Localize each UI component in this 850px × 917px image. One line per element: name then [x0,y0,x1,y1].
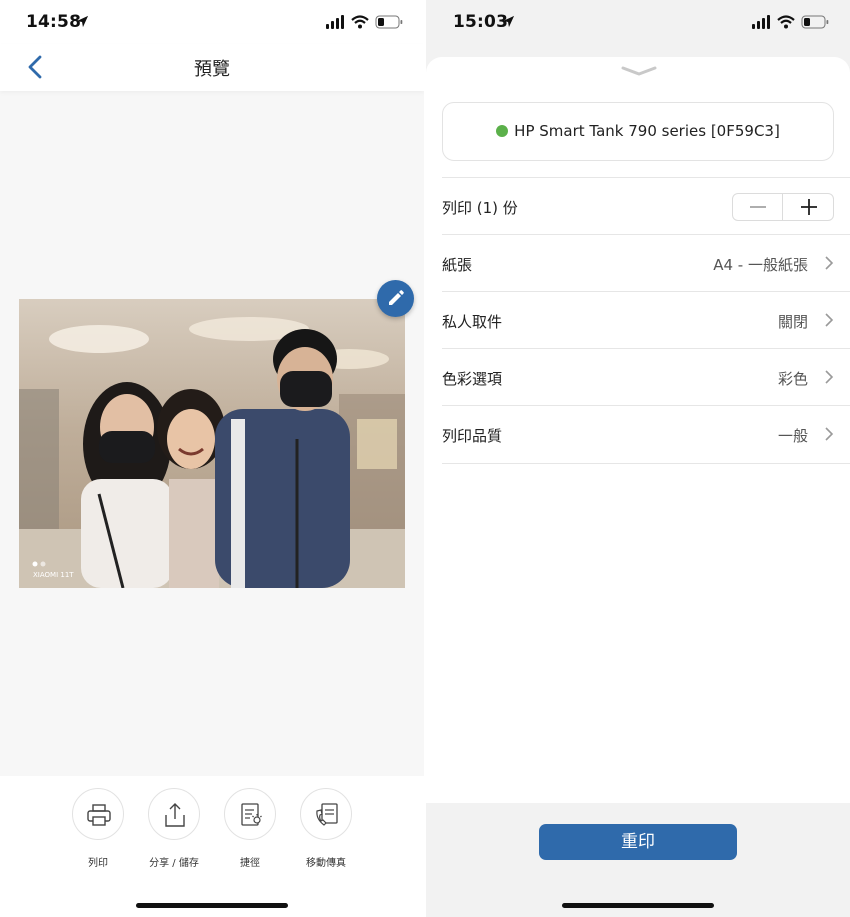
location-arrow-icon [502,15,515,28]
location-arrow-icon [76,15,89,28]
action-bar: 列印 分享 / 儲存 捷徑 移動傳真 [0,776,424,917]
setting-label: 色彩選項 [442,370,503,388]
mobile-fax-action[interactable]: 移動傳真 [288,788,364,869]
copies-row: 列印 (1) 份 [442,178,834,235]
printer-icon [87,804,111,826]
reprint-button[interactable]: 重印 [539,824,737,860]
photo-image: XIAOMI 11T [19,299,405,588]
setting-row-quality[interactable]: 列印品質 一般 [442,406,834,463]
setting-row-color[interactable]: 色彩選項 彩色 [442,349,834,406]
share-save-action[interactable]: 分享 / 儲存 [136,788,212,869]
chevron-right-icon [825,427,834,441]
photo-watermark: XIAOMI 11T [33,571,74,579]
copies-label: 列印 (1) 份 [442,199,518,217]
share-save-label: 分享 / 儲存 [149,858,199,869]
status-time: 15:03 [453,12,509,32]
copies-stepper [732,193,834,221]
shortcut-action[interactable]: 捷徑 [212,788,288,869]
home-indicator [136,903,288,908]
setting-value: 一般 [777,427,808,445]
status-bar: 14:58 [0,0,424,44]
shortcut-label: 捷徑 [240,858,260,869]
home-indicator [562,903,714,908]
increment-button[interactable] [784,194,834,220]
chevron-down-icon[interactable] [621,66,657,76]
setting-value: A4 - 一般紙張 [713,256,808,274]
divider [442,463,850,464]
chevron-right-icon [825,370,834,384]
shortcut-icon [241,803,262,826]
setting-value: 關閉 [777,313,808,331]
pencil-icon [389,290,404,305]
setting-label: 紙張 [442,256,473,274]
plus-icon [801,199,817,215]
printer-status-dot [496,125,509,137]
print-settings-screen: 15:03 HP Smart Tank 790 series [0F59C3] … [426,0,850,917]
setting-label: 私人取件 [442,313,503,331]
navigation-bar: 預覽 [0,44,424,91]
page-title: 預覽 [194,59,230,80]
setting-row-private-pickup[interactable]: 私人取件 關閉 [442,292,834,349]
preview-screen: 14:58 預覽 XIAOMI 11T 列印 分享 / 儲存 捷徑 移動傳真 [0,0,424,917]
status-time: 14:58 [26,12,82,32]
print-action[interactable]: 列印 [60,788,136,869]
status-icons [326,15,403,29]
photo-preview[interactable]: XIAOMI 11T [19,299,405,588]
setting-value: 彩色 [777,370,808,388]
status-icons [752,15,829,29]
print-label: 列印 [88,858,108,869]
decrement-button[interactable] [733,194,783,220]
minus-icon [750,206,766,208]
setting-row-paper[interactable]: 紙張 A4 - 一般紙張 [442,235,834,292]
printer-selector[interactable]: HP Smart Tank 790 series [0F59C3] [442,102,834,161]
mobile-fax-icon [316,803,338,826]
setting-label: 列印品質 [442,427,503,445]
mobile-fax-label: 移動傳真 [306,858,346,869]
share-icon [165,803,185,827]
edit-button[interactable] [377,280,414,317]
chevron-right-icon [825,256,834,270]
printer-name: HP Smart Tank 790 series [0F59C3] [514,122,780,140]
chevron-right-icon [825,313,834,327]
